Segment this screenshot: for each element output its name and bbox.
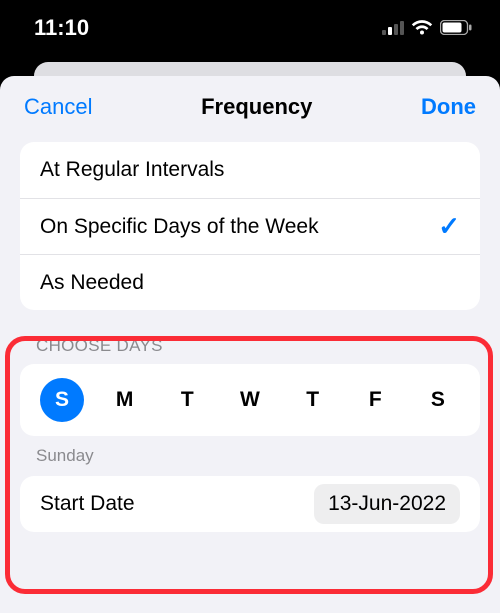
option-regular-intervals[interactable]: At Regular Intervals: [20, 142, 480, 198]
option-label: At Regular Intervals: [40, 158, 224, 182]
wifi-icon: [411, 20, 433, 36]
cellular-icon: [382, 21, 404, 35]
cancel-button[interactable]: Cancel: [24, 94, 92, 120]
day-fri[interactable]: F: [353, 378, 397, 422]
battery-icon: [440, 20, 472, 35]
status-indicators: [382, 20, 472, 36]
checkmark-icon: ✓: [438, 211, 460, 242]
start-date-group: Start Date 13-Jun-2022: [20, 476, 480, 532]
frequency-options-group: At Regular Intervals On Specific Days of…: [20, 142, 480, 310]
nav-bar: Cancel Frequency Done: [0, 76, 500, 134]
day-thu[interactable]: T: [291, 378, 335, 422]
day-wed[interactable]: W: [228, 378, 272, 422]
option-as-needed[interactable]: As Needed: [20, 254, 480, 310]
start-date-label: Start Date: [40, 492, 135, 516]
day-mon[interactable]: M: [103, 378, 147, 422]
choose-days-header: CHOOSE DAYS: [0, 310, 500, 364]
day-sat[interactable]: S: [416, 378, 460, 422]
page-title: Frequency: [201, 94, 312, 120]
day-sun[interactable]: S: [40, 378, 84, 422]
option-label: On Specific Days of the Week: [40, 215, 319, 239]
done-button[interactable]: Done: [421, 94, 476, 120]
day-picker: S M T W T F S: [20, 364, 480, 436]
day-tue[interactable]: T: [165, 378, 209, 422]
start-date-row[interactable]: Start Date 13-Jun-2022: [20, 476, 480, 532]
option-specific-days[interactable]: On Specific Days of the Week ✓: [20, 198, 480, 254]
selected-day-caption: Sunday: [0, 436, 500, 476]
start-date-value[interactable]: 13-Jun-2022: [314, 484, 460, 524]
status-bar: 11:10: [0, 0, 500, 55]
frequency-sheet: Cancel Frequency Done At Regular Interva…: [0, 76, 500, 613]
option-label: As Needed: [40, 271, 144, 295]
status-time: 11:10: [34, 15, 89, 41]
